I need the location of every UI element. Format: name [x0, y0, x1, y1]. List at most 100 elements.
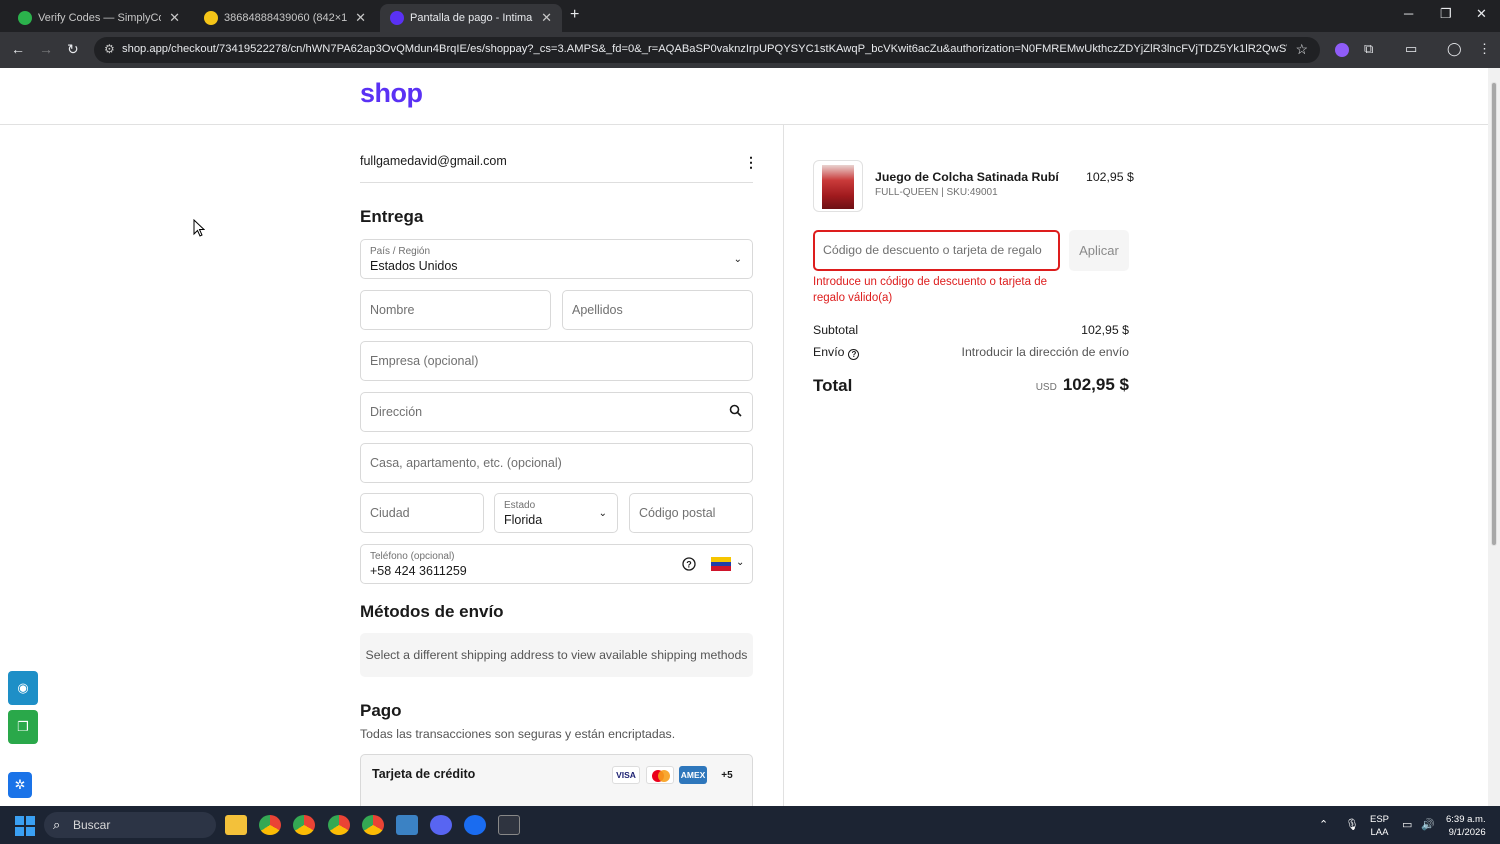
state-label: Estado — [504, 500, 536, 511]
last-name-placeholder: Apellidos — [572, 303, 623, 317]
profile-icon[interactable]: ◯ — [1447, 41, 1462, 57]
discord-icon[interactable] — [430, 815, 452, 835]
discount-error-message: Introduce un código de descuento o tarje… — [813, 276, 1048, 304]
search-icon: ⌕ — [53, 817, 61, 832]
credit-card-option[interactable]: Tarjeta de crédito VISA AMEX +5 — [360, 754, 753, 806]
browser-menu-icon[interactable]: ⋮ — [1478, 41, 1491, 57]
discount-code-input[interactable]: Código de descuento o tarjeta de regalo — [813, 230, 1060, 271]
last-name-field[interactable]: Apellidos — [562, 290, 753, 330]
copy-icon[interactable]: ❐ — [8, 710, 38, 744]
shipping-label: Envío — [813, 345, 845, 359]
shop-favicon-icon — [390, 11, 404, 25]
order-summary-panel — [783, 125, 1488, 806]
file-explorer-icon[interactable] — [225, 815, 247, 835]
address-placeholder: Dirección — [370, 405, 423, 419]
subtotal-value: 102,95 $ — [1081, 323, 1129, 337]
taskbar-search-placeholder: Buscar — [73, 818, 111, 832]
page-header: shop — [0, 68, 1488, 125]
url-text[interactable]: shop.app/checkout/73419522278/cn/hWN7PA6… — [122, 43, 1287, 55]
language-line2: LAA — [1370, 827, 1389, 838]
page-scrollbar[interactable] — [1488, 68, 1500, 806]
windows-start-icon[interactable] — [15, 816, 35, 836]
product-price: 102,95 $ — [1086, 170, 1134, 184]
language-line1: ESP — [1370, 814, 1390, 825]
address-bar[interactable]: ⚙ shop.app/checkout/73419522278/cn/hWN7P… — [94, 37, 1320, 63]
new-tab-button[interactable]: + — [570, 6, 579, 24]
account-menu-icon[interactable]: ⋮ — [744, 154, 758, 171]
microphone-icon[interactable]: 🎙 — [1345, 818, 1359, 831]
zip-field[interactable]: Código postal — [629, 493, 753, 533]
help-icon[interactable]: ? — [682, 557, 696, 574]
chevron-up-icon[interactable]: ⌃ — [1319, 818, 1328, 831]
close-tab-icon[interactable]: ✕ — [355, 10, 366, 26]
help-icon[interactable]: ? — [848, 349, 860, 360]
language-indicator[interactable]: ESP LAA — [1370, 813, 1389, 839]
photos-icon[interactable] — [396, 815, 418, 835]
close-window-button[interactable]: ✕ — [1476, 6, 1487, 22]
shop-logo[interactable]: shop — [360, 78, 423, 109]
more-cards-badge: +5 — [721, 769, 733, 781]
browser-toolbar: ← → ↻ ⚙ shop.app/checkout/73419522278/cn… — [0, 32, 1500, 68]
delivery-title: Entrega — [360, 207, 424, 226]
state-select[interactable]: Estado Florida ⌄ — [494, 493, 618, 533]
checkout-page: shop fullgamedavid@gmail.com ⋮ Entrega P… — [0, 68, 1488, 806]
site-info-icon[interactable]: ⚙ — [104, 42, 115, 56]
visa-icon: VISA — [612, 766, 640, 784]
tab-title: Verify Codes — SimplyCodes — [38, 12, 161, 24]
venezuela-flag-icon[interactable] — [711, 557, 731, 571]
chevron-down-icon[interactable]: ⌄ — [736, 557, 744, 568]
divider — [360, 182, 753, 183]
phone-value: +58 424 3611259 — [370, 564, 467, 578]
back-arrow-icon[interactable]: ← — [11, 41, 25, 57]
total-currency: USD — [1035, 382, 1057, 393]
phone-label: Teléfono (opcional) — [370, 551, 455, 562]
cast-icon[interactable]: ▭ — [1405, 41, 1417, 57]
mouse-cursor-icon — [193, 219, 205, 237]
address-field[interactable]: Dirección — [360, 392, 753, 432]
taskbar-search[interactable]: ⌕ Buscar — [44, 812, 216, 838]
tab-checkout[interactable]: Pantalla de pago - Intima USA ✕ — [380, 4, 562, 32]
tab-image[interactable]: 38684888439060 (842×1074) ✕ — [194, 4, 376, 32]
terminal-icon[interactable] — [498, 815, 520, 835]
close-tab-icon[interactable]: ✕ — [541, 10, 552, 26]
network-icon[interactable]: ▭ — [1402, 818, 1412, 831]
city-placeholder: Ciudad — [370, 506, 410, 520]
apartment-field[interactable]: Casa, apartamento, etc. (opcional) — [360, 443, 753, 483]
maximize-button[interactable]: ❐ — [1440, 6, 1452, 22]
tab-verify-codes[interactable]: Verify Codes — SimplyCodes ✕ — [8, 4, 190, 32]
company-field[interactable]: Empresa (opcional) — [360, 341, 753, 381]
extension-icon[interactable] — [1335, 43, 1349, 57]
shipping-value: Introducir la dirección de envío — [961, 345, 1129, 359]
taskbar-clock[interactable]: 6:39 a.m. 9/1/2026 — [1446, 813, 1486, 839]
shipping-label-row: Envío? — [813, 345, 860, 360]
chrome-profile-2-icon[interactable] — [362, 815, 384, 835]
chrome-icon[interactable] — [259, 815, 281, 835]
image-favicon-icon — [204, 11, 218, 25]
volume-icon[interactable]: 🔊 — [1421, 818, 1435, 831]
chevron-down-icon: ⌄ — [598, 508, 607, 519]
subtotal-label: Subtotal — [813, 323, 859, 337]
chrome-profile-icon[interactable] — [293, 815, 315, 835]
bookmark-star-icon[interactable]: ☆ — [1295, 41, 1308, 58]
eye-icon[interactable]: ◉ — [8, 671, 38, 705]
extensions-puzzle-icon[interactable]: ⧉ — [1364, 41, 1373, 57]
account-email: fullgamedavid@gmail.com — [360, 154, 507, 168]
first-name-field[interactable]: Nombre — [360, 290, 551, 330]
close-tab-icon[interactable]: ✕ — [169, 10, 180, 26]
city-field[interactable]: Ciudad — [360, 493, 484, 533]
forward-arrow-icon[interactable]: → — [39, 41, 53, 57]
product-variant: FULL-QUEEN | SKU:49001 — [875, 187, 998, 198]
svg-text:?: ? — [686, 560, 692, 570]
app-icon[interactable] — [464, 815, 486, 835]
apply-discount-button[interactable]: Aplicar — [1069, 230, 1129, 271]
reload-icon[interactable]: ↻ — [67, 41, 79, 58]
simplycodes-favicon-icon — [18, 11, 32, 25]
phone-field[interactable]: Teléfono (opcional) +58 424 3611259 ? ⌄ — [360, 544, 753, 584]
chrome-active-icon[interactable] — [328, 815, 350, 835]
settings-icon[interactable]: ✲ — [8, 772, 32, 798]
payment-note: Todas las transacciones son seguras y es… — [360, 727, 676, 741]
minimize-button[interactable]: ─ — [1404, 6, 1413, 21]
windows-taskbar: ⌕ Buscar ⌃ 🎙 ESP LAA ▭ 🔊 6:39 a.m. 9/1/2… — [0, 806, 1500, 844]
total-label: Total — [813, 376, 853, 395]
country-select[interactable]: País / Región Estados Unidos ⌄ — [360, 239, 753, 279]
